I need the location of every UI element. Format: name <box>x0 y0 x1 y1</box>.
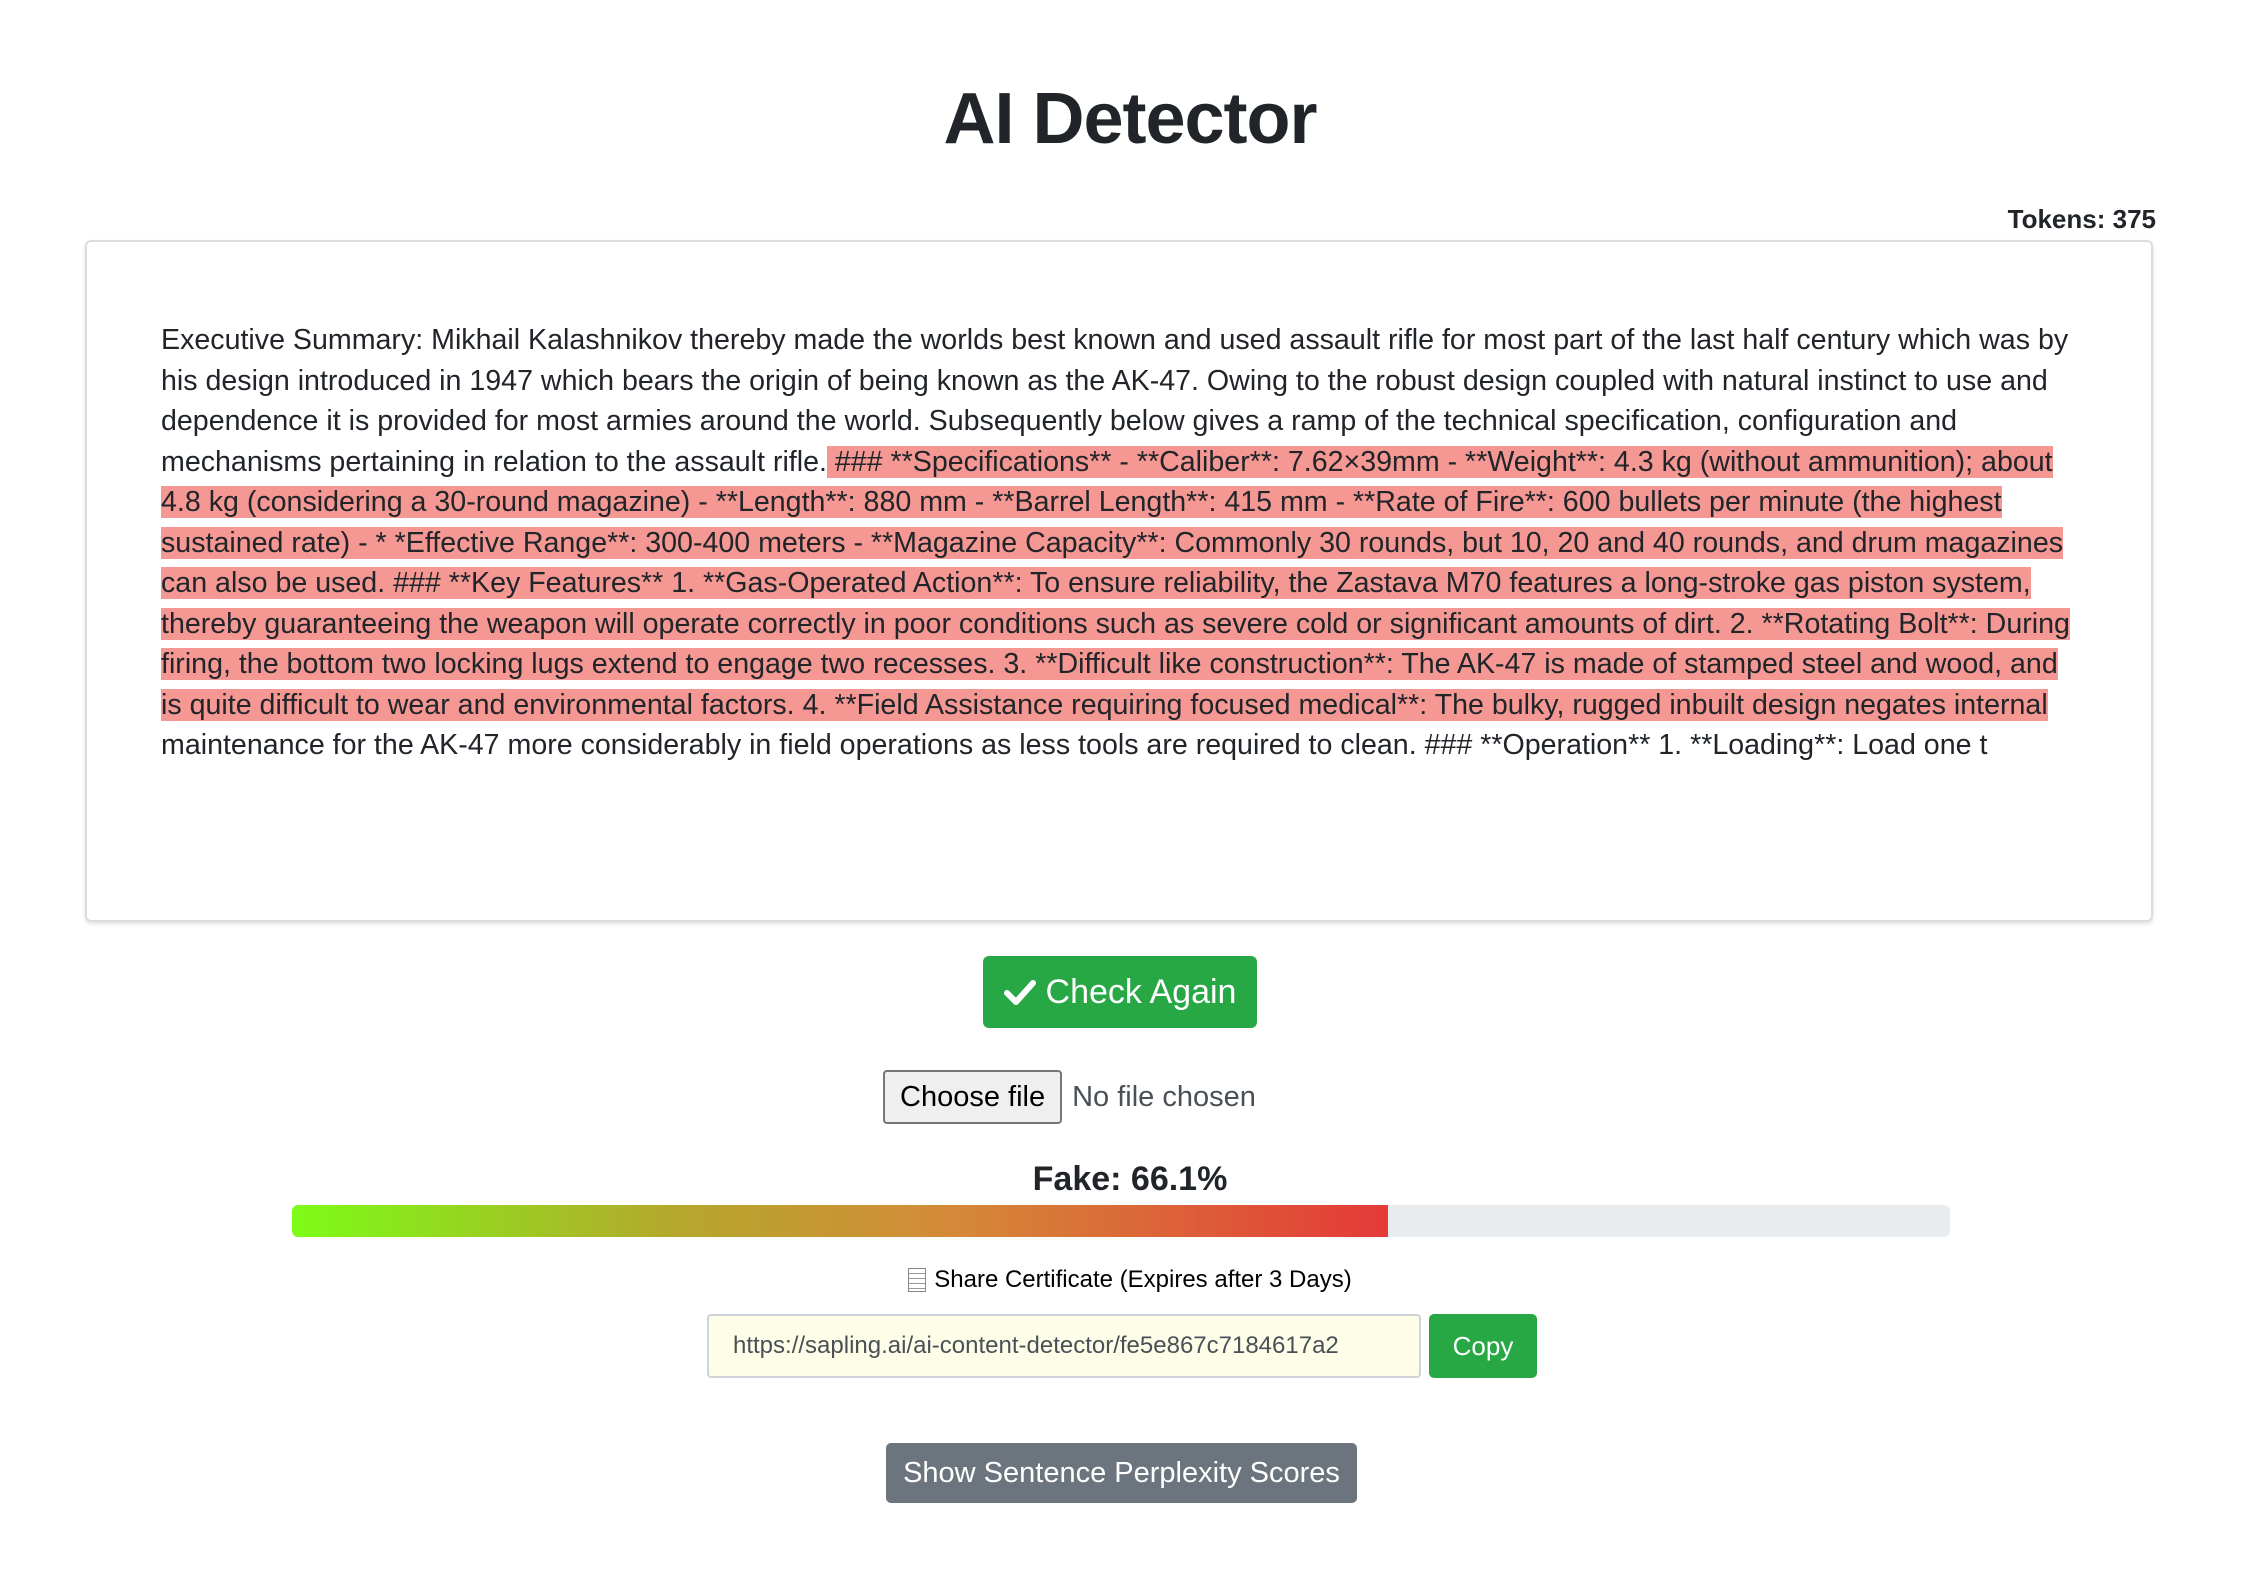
check-icon <box>1003 980 1036 1005</box>
file-upload: Choose file No file chosen <box>883 1070 1256 1124</box>
fake-score-bar-fill <box>292 1205 1388 1237</box>
fake-score-label: Fake: 66.1% <box>1032 1160 1228 1198</box>
fake-score-bar <box>292 1205 1950 1237</box>
show-perplexity-button[interactable]: Show Sentence Perplexity Scores <box>886 1443 1357 1503</box>
document-icon <box>908 1268 927 1292</box>
check-again-label: Check Again <box>1045 972 1237 1011</box>
share-url-input[interactable] <box>707 1314 1421 1378</box>
file-status: No file chosen <box>1072 1080 1256 1113</box>
choose-file-button[interactable]: Choose file <box>883 1070 1063 1124</box>
copy-button[interactable]: Copy <box>1429 1314 1537 1378</box>
share-certificate-text: Share Certificate (Expires after 3 Days) <box>934 1266 1352 1293</box>
token-count: Tokens: 375 <box>2007 204 2156 234</box>
share-row: Copy <box>707 1314 1537 1378</box>
share-certificate-label: Share Certificate (Expires after 3 Days) <box>0 1266 2260 1294</box>
plain-text-segment: maintenance for the AK-47 more considera… <box>161 729 1988 761</box>
ai-highlighted-segment: ### **Specifications** - **Caliber**: 7.… <box>161 445 2070 721</box>
check-again-button[interactable]: Check Again <box>983 956 1257 1028</box>
text-editor[interactable]: Executive Summary: Mikhail Kalashnikov t… <box>85 240 2153 922</box>
page-title: AI Detector <box>943 79 1317 159</box>
